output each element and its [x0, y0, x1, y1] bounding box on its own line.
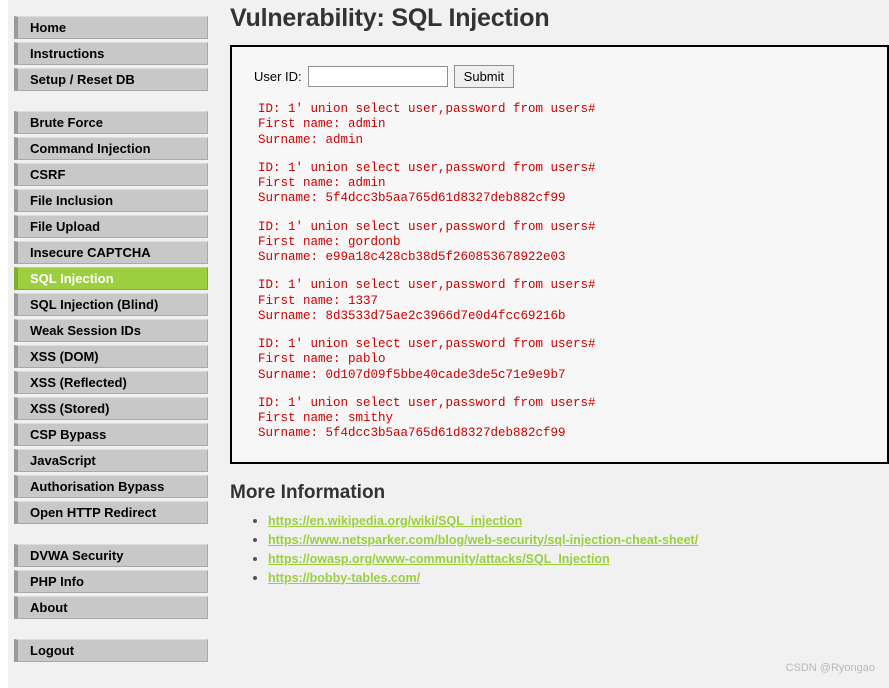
sidebar-item-about[interactable]: About: [14, 596, 208, 619]
result-surname-line: Surname: admin: [258, 132, 364, 147]
sidebar-item-brute-force[interactable]: Brute Force: [14, 111, 208, 134]
sidebar-item-javascript[interactable]: JavaScript: [14, 449, 208, 472]
result-surname-line: Surname: 5f4dcc3b5aa765d61d8327deb882cf9…: [258, 191, 566, 206]
sidebar-group: Home Instructions Setup / Reset DB: [14, 16, 208, 91]
list-item: https://www.netsparker.com/blog/web-secu…: [268, 531, 889, 549]
result-first-name-line: First name: gordonb: [258, 234, 401, 249]
sidebar-item-file-upload[interactable]: File Upload: [14, 215, 208, 238]
result-id-line: ID: 1' union select user,password from u…: [258, 278, 596, 293]
info-link[interactable]: https://en.wikipedia.org/wiki/SQL_inject…: [268, 514, 522, 528]
result-block: ID: 1' union select user,password from u…: [258, 161, 865, 207]
sidebar-item-xss-dom[interactable]: XSS (DOM): [14, 345, 208, 368]
page-title: Vulnerability: SQL Injection: [230, 4, 550, 32]
result-block: ID: 1' union select user,password from u…: [258, 337, 865, 383]
sidebar-group: Logout: [14, 639, 208, 662]
sidebar-item-csrf[interactable]: CSRF: [14, 163, 208, 186]
list-item: https://owasp.org/www-community/attacks/…: [268, 550, 889, 568]
result-block: ID: 1' union select user,password from u…: [258, 396, 865, 442]
vulnerability-panel: User ID: Submit ID: 1' union select user…: [230, 45, 889, 464]
sidebar-item-weak-session-ids[interactable]: Weak Session IDs: [14, 319, 208, 342]
result-first-name-line: First name: 1337: [258, 293, 379, 308]
info-link[interactable]: https://owasp.org/www-community/attacks/…: [268, 552, 610, 566]
info-link[interactable]: https://bobby-tables.com/: [268, 571, 420, 585]
result-id-line: ID: 1' union select user,password from u…: [258, 395, 596, 410]
sidebar-item-home[interactable]: Home: [14, 16, 208, 39]
result-surname-line: Surname: 8d3533d75ae2c3966d7e0d4fcc69216…: [258, 308, 566, 323]
watermark: CSDN @Ryongao: [785, 662, 875, 674]
result-block: ID: 1' union select user,password from u…: [258, 220, 865, 266]
sidebar-item-insecure-captcha[interactable]: Insecure CAPTCHA: [14, 241, 208, 264]
more-information-links: https://en.wikipedia.org/wiki/SQL_inject…: [230, 512, 889, 587]
result-surname-line: Surname: e99a18c428cb38d5f260853678922e0…: [258, 250, 566, 264]
result-id-line: ID: 1' union select user,password from u…: [258, 160, 596, 175]
sidebar-item-logout[interactable]: Logout: [14, 639, 208, 662]
sidebar-item-xss-reflected[interactable]: XSS (Reflected): [14, 371, 208, 394]
main-content: Vulnerability: SQL Injection User ID: Su…: [230, 0, 889, 588]
result-first-name-line: First name: admin: [258, 117, 386, 132]
result-id-line: ID: 1' union select user,password from u…: [258, 102, 596, 116]
result-block: ID: 1' union select user,password from u…: [258, 102, 865, 148]
list-item: https://en.wikipedia.org/wiki/SQL_inject…: [268, 512, 889, 530]
dvwa-page: Home Instructions Setup / Reset DB Brute Fo…: [0, 0, 889, 688]
list-item: https://bobby-tables.com/: [268, 569, 889, 587]
sidebar-item-php-info[interactable]: PHP Info: [14, 570, 208, 593]
sidebar-item-command-injection[interactable]: Command Injection: [14, 137, 208, 160]
sidebar-item-instructions[interactable]: Instructions: [14, 42, 208, 65]
sidebar-item-csp-bypass[interactable]: CSP Bypass: [14, 423, 208, 446]
sidebar-navigation: Home Instructions Setup / Reset DB Brute Fo…: [14, 0, 208, 665]
result-block: ID: 1' union select user,password from u…: [258, 278, 865, 324]
sidebar-item-sql-injection[interactable]: SQL Injection: [14, 267, 208, 290]
user-id-label: User ID:: [254, 69, 302, 84]
sidebar-item-sql-injection-blind[interactable]: SQL Injection (Blind): [14, 293, 208, 316]
sidebar-item-file-inclusion[interactable]: File Inclusion: [14, 189, 208, 212]
sidebar-item-dvwa-security[interactable]: DVWA Security: [14, 544, 208, 567]
sql-results-output: ID: 1' union select user,password from u…: [254, 102, 865, 442]
result-id-line: ID: 1' union select user,password from u…: [258, 219, 596, 234]
result-surname-line: Surname: 0d107d09f5bbe40cade3de5c71e9e9b…: [258, 367, 566, 382]
sidebar-item-open-http-redirect[interactable]: Open HTTP Redirect: [14, 501, 208, 524]
result-first-name-line: First name: pablo: [258, 352, 386, 367]
result-surname-line: Surname: 5f4dcc3b5aa765d61d8327deb882cf9…: [258, 426, 566, 441]
sidebar-group: DVWA Security PHP Info About: [14, 544, 208, 619]
result-first-name-line: First name: admin: [258, 176, 386, 190]
info-link[interactable]: https://www.netsparker.com/blog/web-secu…: [268, 533, 698, 547]
submit-button[interactable]: Submit: [453, 65, 515, 88]
user-id-form: User ID: Submit: [254, 65, 865, 88]
user-id-input[interactable]: [307, 66, 448, 87]
sidebar-group: Brute Force Command Injection CSRF File Inc…: [14, 111, 208, 524]
sidebar-item-authorisation-bypass[interactable]: Authorisation Bypass: [14, 475, 208, 498]
result-first-name-line: First name: smithy: [258, 411, 394, 425]
sidebar-item-xss-stored[interactable]: XSS (Stored): [14, 397, 208, 420]
sidebar-item-setup-reset-db[interactable]: Setup / Reset DB: [14, 68, 208, 91]
more-information-heading: More Information: [230, 481, 386, 503]
result-id-line: ID: 1' union select user,password from u…: [258, 337, 596, 351]
